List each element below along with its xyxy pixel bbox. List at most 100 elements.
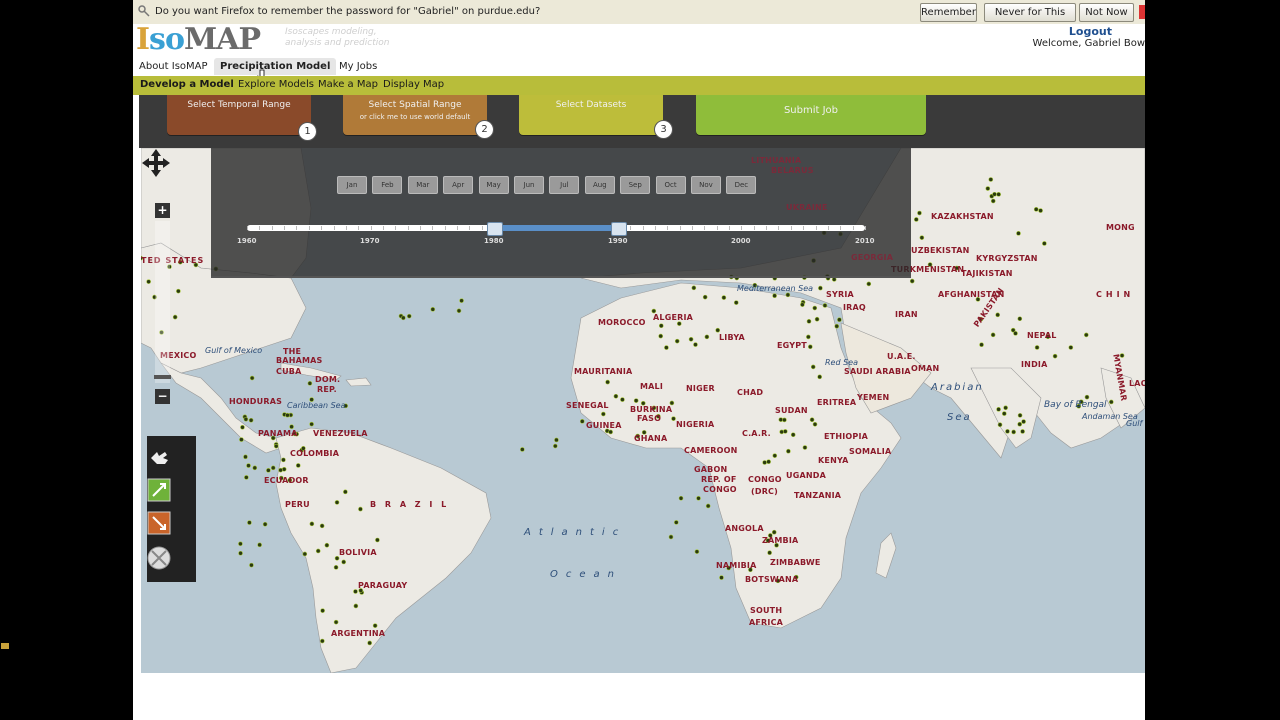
station-dot: [239, 437, 244, 442]
station-dot: [281, 457, 286, 463]
station-dot: [1016, 231, 1021, 236]
month-button-dec[interactable]: Dec: [726, 176, 757, 194]
station-dot: [633, 398, 639, 403]
station-dot: [767, 550, 772, 556]
station-dot: [671, 416, 676, 421]
never-for-this-site-button[interactable]: Never for This Site: [984, 3, 1076, 35]
label-paraguay: PARAGUAY: [358, 581, 408, 590]
label-atlantic: Atlantic: [524, 527, 627, 538]
label-africa: AFRICA: [749, 618, 784, 627]
station-dot: [693, 342, 698, 347]
station-dot: [333, 619, 339, 625]
site-header: IsoMAP Isoscapes modeling, analysis and …: [133, 24, 1145, 58]
step-select-datasets[interactable]: Select Datasets: [519, 95, 663, 135]
submit-job-button[interactable]: Submit Job: [696, 95, 926, 135]
station-dot: [401, 315, 406, 321]
month-button-may[interactable]: May: [478, 176, 509, 194]
subnav-develop-model[interactable]: Develop a Model: [140, 79, 234, 90]
zoom-slider-thumb[interactable]: [154, 375, 171, 379]
label-peru: PERU: [285, 500, 310, 509]
label-congo-rep: CONGO: [703, 485, 737, 494]
subnav-explore-models[interactable]: Explore Models: [238, 79, 314, 90]
label-sudan: SUDAN: [775, 406, 808, 415]
station-dot: [353, 589, 358, 594]
station-dot: [605, 379, 610, 385]
month-button-jun[interactable]: Jun: [514, 176, 544, 194]
month-button-aug[interactable]: Aug: [584, 176, 615, 194]
label-nigeria: NIGERIA: [676, 420, 715, 429]
month-button-feb[interactable]: Feb: [372, 176, 403, 194]
zoom-box-icon[interactable]: [147, 478, 171, 502]
subnav-display-map[interactable]: Display Map: [383, 79, 444, 90]
tab-about-isomap[interactable]: About IsoMAP: [133, 58, 214, 75]
label-bahamas: BAHAMAS: [276, 356, 323, 365]
station-dot: [817, 374, 822, 380]
slider-tick: [321, 226, 323, 230]
label-mediterranean-sea: Mediterranean Sea: [737, 284, 814, 293]
year-slider-start-handle[interactable]: [487, 222, 503, 236]
slider-tick: [333, 226, 335, 230]
workflow-steps: Select Temporal Range 1 Select Spatial R…: [139, 95, 1145, 148]
tab-my-jobs[interactable]: My Jobs: [333, 58, 383, 75]
station-dot: [334, 500, 340, 505]
month-button-sep[interactable]: Sep: [620, 176, 651, 194]
month-button-jul[interactable]: Jul: [549, 176, 580, 194]
station-dot: [608, 429, 613, 435]
label-kenya: KENYA: [818, 456, 849, 465]
station-dot: [673, 520, 679, 525]
station-dot: [1011, 429, 1016, 435]
label-angola: ANGOLA: [725, 524, 764, 533]
select-region-icon[interactable]: [147, 511, 171, 535]
label-gabon: GABON: [694, 465, 728, 474]
station-dot: [172, 314, 178, 320]
station-dot: [919, 235, 925, 240]
station-dot: [307, 381, 313, 386]
slider-tick: [642, 226, 644, 230]
month-button-nov[interactable]: Nov: [691, 176, 721, 194]
month-button-mar[interactable]: Mar: [407, 176, 438, 194]
label-dom: DOM.: [315, 375, 341, 384]
label-ghana: GHANA: [634, 434, 668, 443]
tab-precipitation-model[interactable]: Precipitation Model: [214, 58, 337, 75]
world-map[interactable]: KAZAKHSTAN MONG UZBEKISTAN KYRGYZSTAN TU…: [141, 148, 1145, 673]
station-dot: [247, 520, 252, 525]
slider-tick: [271, 226, 273, 230]
label-morocco: MOROCCO: [598, 318, 646, 327]
zoom-slider-track[interactable]: [154, 221, 171, 383]
station-dot: [1005, 429, 1010, 434]
station-dot: [358, 506, 363, 512]
subnav-make-a-map[interactable]: Make a Map: [318, 79, 378, 90]
month-button-jan[interactable]: Jan: [337, 176, 367, 194]
station-dot: [1017, 316, 1023, 322]
slider-tick: [679, 226, 681, 230]
label-mali: MALI: [640, 382, 664, 391]
zoom-in-button[interactable]: +: [155, 203, 170, 218]
station-dot: [520, 447, 525, 452]
station-dot: [1001, 411, 1007, 416]
zoom-out-button[interactable]: −: [155, 389, 170, 404]
station-dot: [997, 422, 1003, 428]
station-dot: [814, 316, 820, 322]
station-dot: [979, 342, 984, 348]
close-notification-button[interactable]: [1139, 5, 1145, 19]
step-temporal-range[interactable]: Select Temporal Range: [167, 95, 311, 135]
remember-button[interactable]: Remember: [920, 3, 977, 22]
not-now-button[interactable]: Not Now: [1079, 3, 1134, 22]
hand-pan-icon[interactable]: [147, 446, 171, 470]
station-dot: [1017, 421, 1023, 427]
station-dot: [668, 534, 674, 540]
label-guinea: GUINEA: [586, 421, 622, 430]
step-spatial-range[interactable]: Select Spatial Range or click me to use …: [343, 95, 487, 135]
pan-control-icon[interactable]: [141, 148, 171, 178]
month-button-oct[interactable]: Oct: [655, 176, 686, 194]
year-slider-end-handle[interactable]: [611, 222, 627, 236]
slider-tick: [803, 226, 805, 230]
station-dot: [779, 429, 785, 435]
station-dot: [285, 412, 290, 418]
slider-tick: [420, 226, 422, 230]
month-button-apr[interactable]: Apr: [443, 176, 474, 194]
logout-link[interactable]: Logout: [1069, 25, 1112, 38]
clear-selection-icon[interactable]: [147, 546, 171, 570]
year-label-2010: 2010: [855, 237, 875, 245]
station-dot: [721, 295, 727, 300]
